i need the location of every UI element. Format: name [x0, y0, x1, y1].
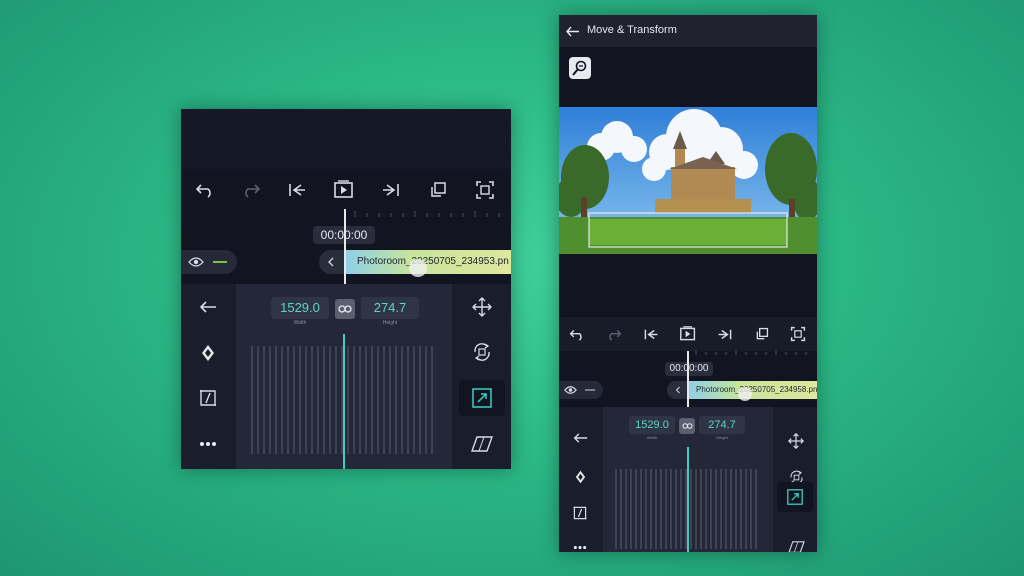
- eye-icon: [187, 254, 205, 270]
- dial-indicator: [687, 447, 689, 552]
- zoom-icon[interactable]: [569, 57, 591, 79]
- timecode: 00:00:00: [665, 362, 713, 376]
- copy-icon[interactable]: [426, 179, 450, 201]
- skew-icon[interactable]: [785, 541, 807, 552]
- castle-image: [559, 107, 817, 254]
- playhead[interactable]: [344, 209, 346, 289]
- back-arrow-icon[interactable]: [565, 23, 581, 39]
- move-icon[interactable]: [469, 294, 495, 320]
- aspect-lock-button[interactable]: [679, 418, 695, 434]
- playhead[interactable]: [687, 351, 689, 411]
- resize-icon: [786, 488, 804, 506]
- undo-icon[interactable]: [193, 179, 217, 201]
- aspect-lock-button[interactable]: [335, 299, 355, 319]
- preview-area: [181, 109, 511, 169]
- playback-toolbar: [559, 317, 817, 351]
- resize-tool-selected[interactable]: [777, 482, 813, 512]
- resize-icon: [471, 387, 493, 409]
- left-tool-column: [181, 284, 235, 469]
- audio-line: [213, 261, 227, 263]
- width-label: Width: [293, 320, 307, 326]
- timeline-clip[interactable]: Photoroom_20250705_234953.pn: [345, 250, 511, 274]
- app-header: Move & Transform: [559, 15, 817, 47]
- skip-to-end-icon[interactable]: [379, 179, 403, 201]
- move-icon[interactable]: [785, 431, 807, 451]
- video-preview[interactable]: [559, 107, 817, 254]
- copy-icon[interactable]: [752, 325, 772, 343]
- more-icon[interactable]: [569, 541, 591, 552]
- dial-indicator: [343, 334, 345, 469]
- skip-to-start-icon[interactable]: [641, 325, 661, 343]
- width-label: Width: [646, 435, 658, 440]
- play-icon[interactable]: [678, 324, 698, 344]
- height-label: Height: [382, 320, 398, 326]
- skew-icon[interactable]: [469, 433, 495, 455]
- clip-trim-handle[interactable]: [667, 381, 689, 399]
- fullscreen-icon[interactable]: [788, 324, 808, 344]
- timeline-clip[interactable]: Photoroom_20250705_234958.pn: [688, 381, 817, 399]
- dimension-editor: 1529.0 274.7 Width Height: [236, 284, 452, 469]
- timeline-ruler[interactable]: [345, 209, 511, 217]
- crop-icon[interactable]: [195, 386, 221, 410]
- eye-icon: [563, 384, 577, 396]
- track-visibility-toggle[interactable]: [181, 250, 237, 274]
- keyframe-icon[interactable]: [195, 341, 221, 365]
- height-input[interactable]: 274.7: [361, 297, 419, 319]
- redo-icon[interactable]: [239, 179, 263, 201]
- track-visibility-toggle[interactable]: [559, 381, 603, 399]
- height-input[interactable]: 274.7: [699, 416, 745, 434]
- resize-tool-selected[interactable]: [459, 380, 505, 416]
- skip-to-end-icon[interactable]: [715, 325, 735, 343]
- link-icon: [681, 422, 693, 430]
- keyframe-icon[interactable]: [569, 467, 591, 487]
- width-input[interactable]: 1529.0: [629, 416, 675, 434]
- audio-line: [585, 389, 595, 391]
- more-icon[interactable]: [195, 434, 221, 454]
- link-icon: [337, 303, 353, 315]
- touch-indicator: [738, 387, 752, 401]
- timeline-ruler[interactable]: [688, 349, 817, 355]
- width-input[interactable]: 1529.0: [271, 297, 329, 319]
- fullscreen-icon[interactable]: [473, 178, 497, 202]
- right-phone-screen: Move & Transform 00:00:00 Photoroom_2025…: [559, 15, 817, 552]
- crop-icon[interactable]: [569, 503, 591, 523]
- dimension-editor: 1529.0 274.7 Width Height: [603, 407, 773, 552]
- left-phone-screen: 00:00:00 Photoroom_20250705_234953.pn 15…: [181, 109, 511, 469]
- clip-trim-handle[interactable]: [319, 250, 345, 274]
- chevron-left-icon: [672, 384, 684, 396]
- back-arrow-icon[interactable]: [569, 429, 591, 447]
- redo-icon[interactable]: [604, 325, 624, 343]
- touch-indicator: [409, 259, 427, 277]
- play-icon[interactable]: [332, 178, 356, 202]
- skip-to-start-icon[interactable]: [285, 179, 309, 201]
- height-label: Height: [716, 435, 728, 440]
- page-title: Move & Transform: [587, 24, 677, 36]
- back-arrow-icon[interactable]: [195, 296, 221, 318]
- rotate-icon[interactable]: [469, 339, 495, 365]
- undo-icon[interactable]: [567, 325, 587, 343]
- chevron-left-icon: [324, 254, 338, 270]
